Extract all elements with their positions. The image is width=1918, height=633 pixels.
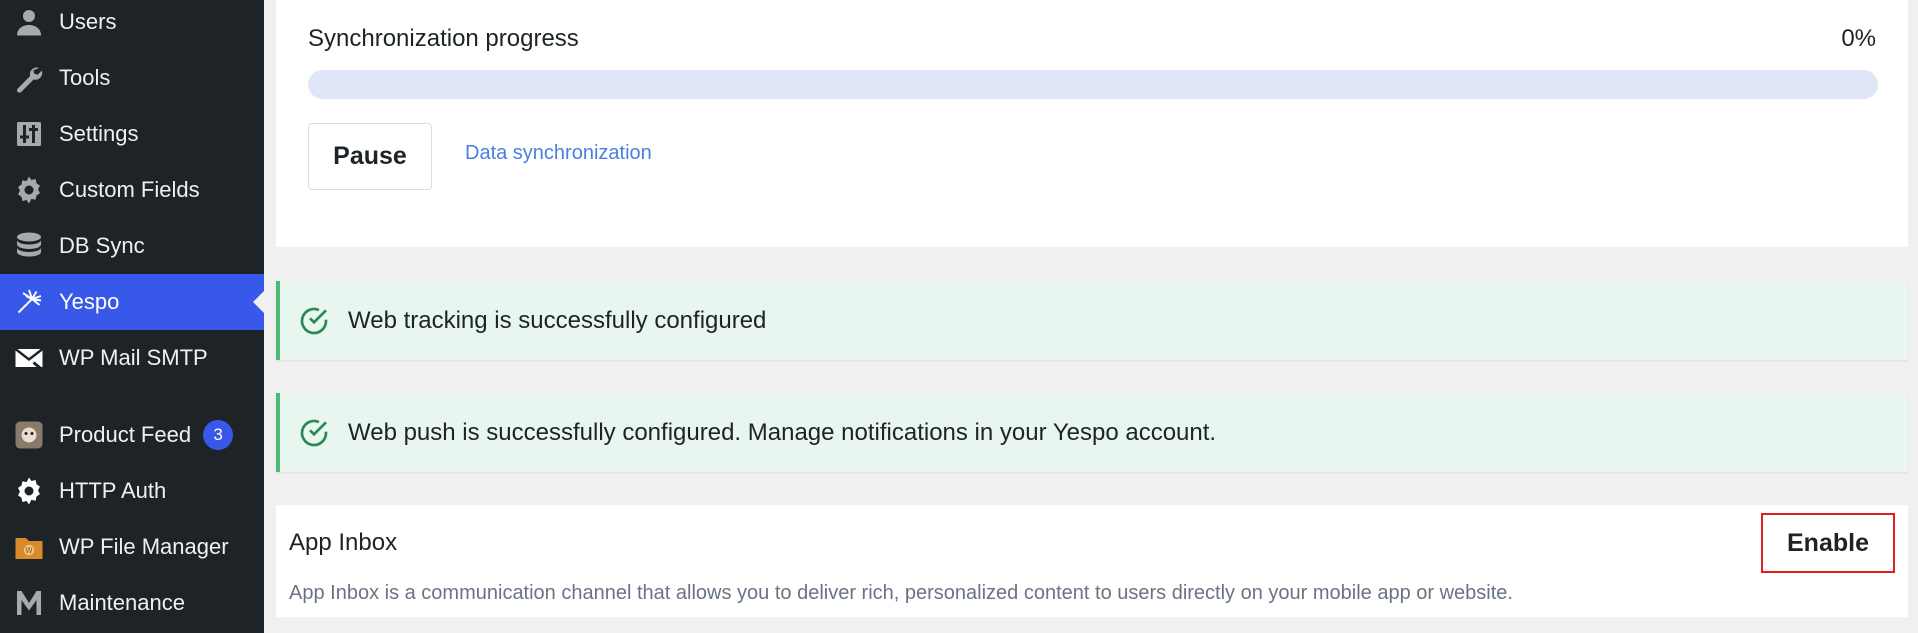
sync-progress-title: Synchronization progress bbox=[308, 25, 579, 52]
gear-icon bbox=[12, 173, 46, 207]
file-manager-icon: W bbox=[12, 530, 46, 564]
sidebar-item-tools[interactable]: Tools bbox=[0, 50, 264, 106]
sidebar-item-label: DB Sync bbox=[59, 233, 145, 258]
app-inbox-card: App Inbox App Inbox is a communication c… bbox=[276, 505, 1908, 617]
sidebar-item-label: Users bbox=[59, 9, 117, 34]
pause-button[interactable]: Pause bbox=[308, 123, 432, 190]
sidebar-item-label: WP File Manager bbox=[59, 534, 229, 559]
sidebar-item-http-auth[interactable]: HTTP Auth bbox=[0, 463, 264, 519]
sidebar-item-label: Yespo bbox=[59, 289, 120, 314]
sidebar-item-label: Tools bbox=[59, 65, 111, 90]
active-menu-indicator bbox=[253, 291, 264, 313]
sidebar-item-label: HTTP Auth bbox=[59, 478, 167, 503]
yespo-logo-icon bbox=[12, 285, 46, 319]
sidebar-item-yespo[interactable]: Yespo bbox=[0, 274, 264, 330]
gear-icon bbox=[12, 474, 46, 508]
sidebar-item-maintenance[interactable]: Maintenance bbox=[0, 575, 264, 631]
product-feed-icon bbox=[12, 418, 46, 452]
app-inbox-title: App Inbox bbox=[289, 529, 398, 556]
web-tracking-notice: Web tracking is successfully configured bbox=[276, 281, 1908, 360]
check-circle-icon bbox=[300, 307, 328, 334]
sidebar-item-wp-file-manager[interactable]: W WP File Manager bbox=[0, 519, 264, 575]
sidebar-item-users[interactable]: Users bbox=[0, 0, 264, 50]
update-count-badge: 3 bbox=[203, 420, 234, 450]
mail-icon bbox=[12, 341, 46, 375]
maintenance-m-icon bbox=[12, 586, 46, 620]
sidebar-item-label: Custom Fields bbox=[59, 177, 200, 202]
sidebar-item-label: Settings bbox=[59, 121, 139, 146]
database-icon bbox=[12, 229, 46, 263]
sync-progress-card: Synchronization progress 0% Pause Data s… bbox=[276, 0, 1908, 247]
app-inbox-description: App Inbox is a communication channel tha… bbox=[289, 582, 1513, 604]
sync-progress-bar bbox=[308, 70, 1878, 99]
sidebar-item-db-sync[interactable]: DB Sync bbox=[0, 218, 264, 274]
users-icon bbox=[12, 5, 46, 39]
web-push-notice: Web push is successfully configured. Man… bbox=[276, 393, 1908, 472]
settings-sliders-icon bbox=[12, 117, 46, 151]
sidebar-item-label: WP Mail SMTP bbox=[59, 345, 208, 370]
data-synchronization-link[interactable]: Data synchronization bbox=[465, 142, 652, 165]
sidebar-item-label: Maintenance bbox=[59, 590, 185, 615]
sidebar-item-product-feed[interactable]: Product Feed 3 bbox=[0, 407, 264, 463]
sidebar-item-settings[interactable]: Settings bbox=[0, 106, 264, 162]
wrench-icon bbox=[12, 61, 46, 95]
notice-message: Web tracking is successfully configured bbox=[348, 306, 767, 334]
sidebar-item-label: Product Feed bbox=[59, 422, 192, 447]
sync-progress-percent: 0% bbox=[1841, 25, 1876, 52]
check-circle-icon bbox=[300, 419, 328, 446]
sidebar-item-wp-mail-smtp[interactable]: WP Mail SMTP bbox=[0, 330, 264, 386]
admin-sidebar: Users Tools Settings Custom Fields DB Sy… bbox=[0, 0, 264, 633]
enable-button[interactable]: Enable bbox=[1761, 513, 1895, 573]
notice-message: Web push is successfully configured. Man… bbox=[348, 418, 1217, 446]
sidebar-item-custom-fields[interactable]: Custom Fields bbox=[0, 162, 264, 218]
svg-text:W: W bbox=[25, 546, 33, 555]
